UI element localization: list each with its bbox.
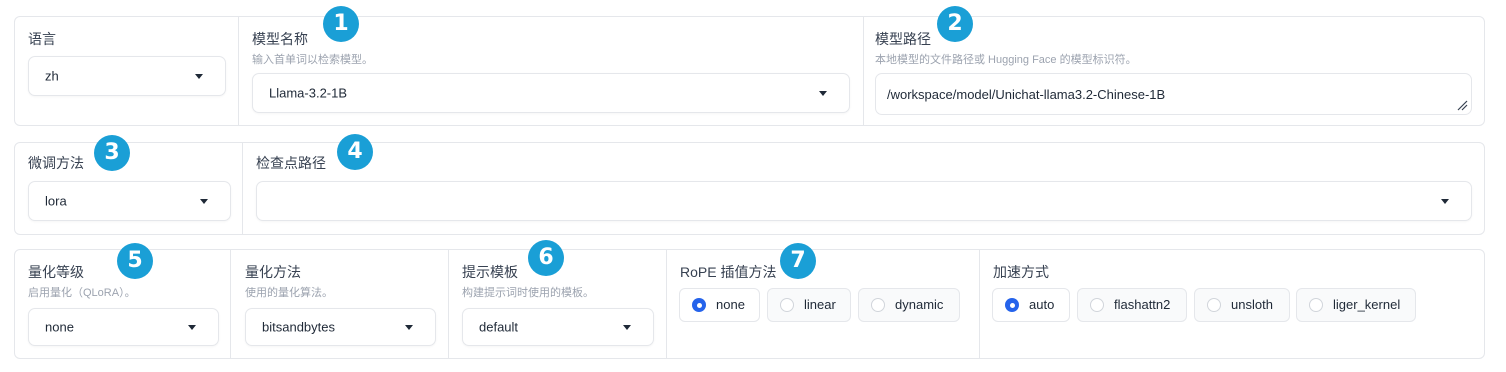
- quant-level-value: none: [45, 319, 74, 335]
- step-badge-2: 2: [937, 6, 973, 42]
- model-row: 语言 zh 模型名称 输入首单词以检索模型。 Llama-3.2-1B 模型路径…: [14, 16, 1485, 126]
- checkpoint-path-block: 检查点路径: [243, 143, 1484, 234]
- model-path-value: /workspace/model/Unichat-llama3.2-Chines…: [887, 87, 1166, 102]
- step-badge-7: 7: [780, 243, 816, 279]
- rope-option-label: dynamic: [895, 297, 944, 312]
- booster-option-label: liger_kernel: [1333, 297, 1401, 312]
- rope-block: RoPE 插值方法 none linear dynamic: [667, 250, 980, 358]
- advanced-row: 量化等级 启用量化（QLoRA）。 none 量化方法 使用的量化算法。 bit…: [14, 249, 1485, 359]
- chevron-down-icon: [195, 74, 203, 79]
- template-info: 构建提示词时使用的模板。: [462, 287, 594, 299]
- step-badge-4: 4: [337, 134, 373, 170]
- chevron-down-icon: [188, 325, 196, 330]
- radio-empty-icon: [1309, 298, 1323, 312]
- finetune-method-label: 微调方法: [28, 155, 84, 171]
- template-dropdown[interactable]: default: [462, 308, 654, 346]
- rope-option-label: none: [716, 297, 745, 312]
- checkpoint-path-label: 检查点路径: [256, 155, 326, 171]
- model-path-info: 本地模型的文件路径或 Hugging Face 的模型标识符。: [875, 54, 1137, 66]
- chevron-down-icon: [623, 325, 631, 330]
- model-path-label: 模型路径: [875, 31, 931, 47]
- booster-option-flashattn2[interactable]: flashattn2: [1077, 288, 1187, 322]
- chevron-down-icon: [819, 91, 827, 96]
- rope-option-dynamic[interactable]: dynamic: [858, 288, 960, 322]
- radio-empty-icon: [871, 298, 885, 312]
- quant-level-info: 启用量化（QLoRA）。: [28, 287, 136, 299]
- booster-option-liger-kernel[interactable]: liger_kernel: [1296, 288, 1416, 322]
- model-name-dropdown[interactable]: Llama-3.2-1B: [252, 73, 850, 113]
- checkpoint-path-dropdown[interactable]: [256, 181, 1472, 221]
- rope-option-none[interactable]: none: [679, 288, 760, 322]
- model-path-input[interactable]: /workspace/model/Unichat-llama3.2-Chines…: [875, 73, 1472, 115]
- step-badge-6: 6: [528, 240, 564, 276]
- model-name-value: Llama-3.2-1B: [269, 85, 348, 101]
- model-name-label: 模型名称: [252, 31, 308, 47]
- model-name-info: 输入首单词以检索模型。: [252, 54, 373, 66]
- booster-option-unsloth[interactable]: unsloth: [1194, 288, 1290, 322]
- step-badge-3: 3: [94, 135, 130, 171]
- chevron-down-icon: [200, 199, 208, 204]
- finetune-method-dropdown[interactable]: lora: [28, 181, 231, 221]
- template-label: 提示模板: [462, 264, 518, 280]
- language-value: zh: [45, 68, 59, 84]
- booster-option-label: auto: [1029, 297, 1055, 312]
- quant-method-block: 量化方法 使用的量化算法。 bitsandbytes: [231, 250, 449, 358]
- template-value: default: [479, 319, 519, 335]
- booster-option-auto[interactable]: auto: [992, 288, 1070, 322]
- radio-empty-icon: [780, 298, 794, 312]
- booster-option-label: flashattn2: [1114, 297, 1171, 312]
- quant-method-label: 量化方法: [245, 264, 301, 280]
- language-dropdown[interactable]: zh: [28, 56, 226, 96]
- language-block: 语言 zh: [15, 17, 239, 125]
- chevron-down-icon: [405, 325, 413, 330]
- radio-empty-icon: [1090, 298, 1104, 312]
- quant-method-dropdown[interactable]: bitsandbytes: [245, 308, 436, 346]
- radio-selected-icon: [692, 298, 706, 312]
- booster-label: 加速方式: [993, 264, 1049, 280]
- finetune-row: 微调方法 lora 检查点路径: [14, 142, 1485, 235]
- rope-option-linear[interactable]: linear: [767, 288, 851, 322]
- resize-handle-icon[interactable]: [1456, 99, 1468, 111]
- language-label: 语言: [28, 31, 56, 47]
- booster-block: 加速方式 auto flashattn2 unsloth liger_kerne…: [980, 250, 1484, 358]
- step-badge-5: 5: [117, 243, 153, 279]
- quant-method-info: 使用的量化算法。: [245, 287, 333, 299]
- quant-level-dropdown[interactable]: none: [28, 308, 219, 346]
- booster-option-label: unsloth: [1231, 297, 1273, 312]
- quant-level-label: 量化等级: [28, 264, 84, 280]
- step-badge-1: 1: [323, 6, 359, 42]
- finetune-method-value: lora: [45, 193, 67, 209]
- radio-empty-icon: [1207, 298, 1221, 312]
- rope-option-label: linear: [804, 297, 836, 312]
- radio-selected-icon: [1005, 298, 1019, 312]
- quant-method-value: bitsandbytes: [262, 319, 335, 335]
- chevron-down-icon: [1441, 199, 1449, 204]
- rope-label: RoPE 插值方法: [680, 264, 777, 280]
